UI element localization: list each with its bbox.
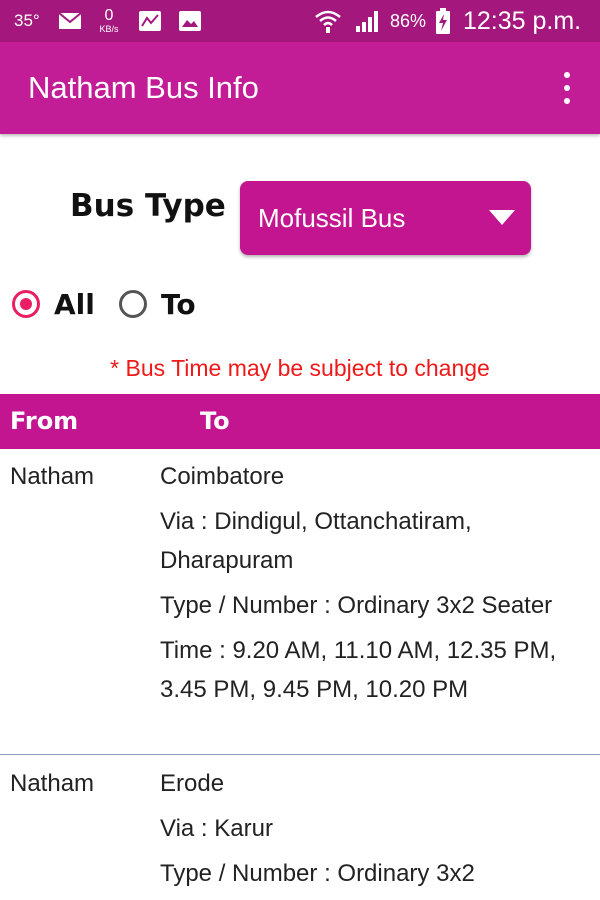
image-icon xyxy=(178,0,202,42)
row-via: Via : Karur xyxy=(160,815,273,842)
table-header: From To xyxy=(0,394,600,449)
bus-type-dropdown[interactable]: Mofussil Bus xyxy=(240,181,531,255)
row-from: Natham xyxy=(10,463,95,490)
radio-to-label: To xyxy=(161,287,196,321)
more-vert-icon[interactable] xyxy=(560,72,574,104)
row-details: Coimbatore Via : Dindigul, Ottanchatiram… xyxy=(160,457,590,709)
row-time: Time : 9.20 AM, 11.10 AM, 12.35 PM, 3.45… xyxy=(160,637,557,703)
row-details: Erode Via : Karur Type / Number : Ordina… xyxy=(160,764,590,893)
radio-all[interactable]: All xyxy=(12,287,95,321)
radio-unchecked-icon[interactable] xyxy=(119,290,147,318)
row-destination: Erode xyxy=(160,770,225,797)
chart-app-icon xyxy=(138,0,162,42)
temperature: 35° xyxy=(14,11,40,30)
row-from: Natham xyxy=(10,770,95,797)
battery-percent: 86% xyxy=(390,10,427,31)
email-icon xyxy=(58,0,82,42)
header-from: From xyxy=(10,407,79,435)
app-title: Natham Bus Info xyxy=(28,70,259,105)
data-rate-value: 0 xyxy=(104,7,114,24)
dropdown-arrow-icon xyxy=(489,210,515,225)
radio-to[interactable]: To xyxy=(119,287,196,321)
data-rate: 0 KB/s xyxy=(94,0,124,42)
battery-charging-icon xyxy=(436,0,450,42)
row-destination: Coimbatore xyxy=(160,463,285,490)
app-bar: Natham Bus Info xyxy=(0,42,600,134)
radio-checked-icon[interactable] xyxy=(12,290,40,318)
bus-type-selected: Mofussil Bus xyxy=(258,203,406,233)
row-divider xyxy=(0,754,600,755)
status-bar: 35° 0 KB/s 86% 12:35 p.m. xyxy=(0,0,600,42)
row-type-number: Type / Number : Ordinary 3x2 xyxy=(160,860,475,887)
bus-type-label: Bus Type xyxy=(70,188,226,224)
signal-icon xyxy=(354,0,382,42)
header-to: To xyxy=(200,407,230,435)
schedule-notice: * Bus Time may be subject to change xyxy=(110,355,490,381)
row-via: Via : Dindigul, Ottanchatiram, Dharapura… xyxy=(160,508,472,574)
data-rate-unit: KB/s xyxy=(99,24,119,34)
clock: 12:35 p.m. xyxy=(463,6,582,35)
wifi-icon xyxy=(314,0,342,42)
radio-all-label: All xyxy=(54,287,95,321)
row-type-number: Type / Number : Ordinary 3x2 Seater xyxy=(160,592,553,619)
